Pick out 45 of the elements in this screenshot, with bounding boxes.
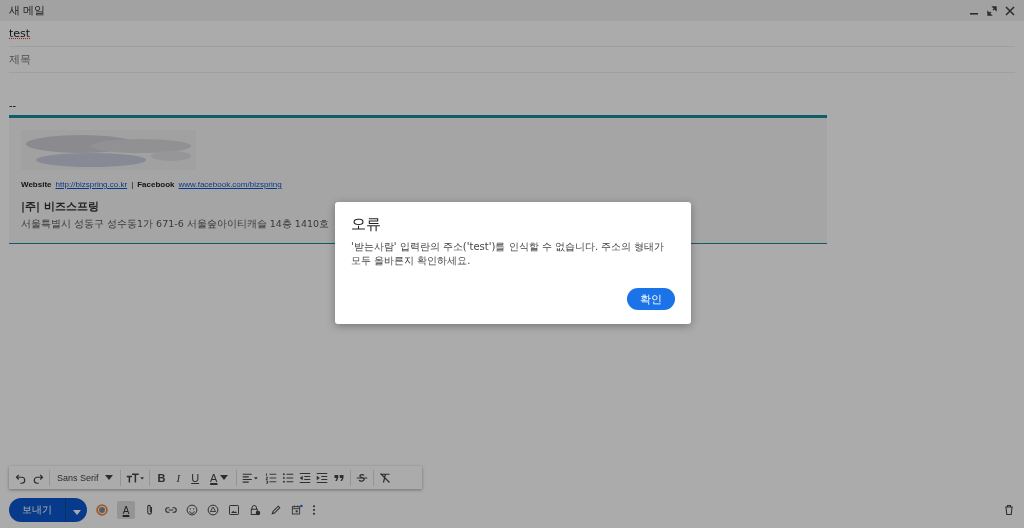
recipient-chip[interactable]: test [9,27,31,40]
separator-text: | [131,180,134,189]
formatting-toggle[interactable]: A [117,501,135,519]
dialog-message: '받는사람' 입력란의 주소('test')를 인식할 수 없습니다. 주소의 형태가 모두 올바른지 확인하세요. [351,240,666,268]
caret-icon [220,475,229,480]
bulleted-list-icon[interactable] [282,471,295,484]
more-options-icon[interactable] [312,504,316,516]
caret-icon [104,475,113,480]
font-dropdown[interactable]: Sans Serif [55,472,115,483]
underline-button[interactable]: U [188,471,203,484]
send-button[interactable]: 보내기 [9,498,65,522]
image-icon[interactable] [228,504,240,516]
pen-icon[interactable] [270,504,282,516]
company-name: |주| 비즈스프링 [21,199,99,214]
window-title: 새 메일 [9,3,47,18]
subject-field[interactable]: 제목 [9,53,1015,66]
emoji-icon[interactable] [186,504,198,516]
company-address: 서울특별시 성동구 성수동1가 671-6 서울숲아이티캐슬 14층 1410호 [21,218,330,231]
link-icon[interactable] [165,504,177,516]
drive-icon[interactable] [207,504,219,516]
clear-formatting-icon[interactable] [379,471,392,484]
indent-more-icon[interactable] [316,471,329,484]
text-color-button[interactable]: A [207,471,232,484]
website-label: Website [21,180,52,189]
italic-button[interactable]: I [173,471,184,484]
bold-button[interactable]: B [154,471,169,484]
facebook-link[interactable]: www.facebook.com/bizspring [178,180,282,189]
fullscreen-icon[interactable] [987,5,997,16]
dialog-title: 오류 [351,215,382,234]
close-icon[interactable] [1005,5,1015,16]
caret-icon [72,509,81,515]
trash-icon[interactable] [1003,504,1015,516]
numbered-list-icon[interactable] [265,471,278,484]
color-palette-icon[interactable] [96,504,108,516]
align-icon[interactable] [242,471,261,484]
website-link[interactable]: http://bizspring.co.kr [55,180,128,189]
strikethrough-icon[interactable] [356,471,369,484]
text-size-icon[interactable] [125,471,144,484]
calendar-icon[interactable] [291,504,303,516]
lock-clock-icon[interactable] [249,504,261,516]
send-options-button[interactable] [65,498,87,522]
indent-less-icon[interactable] [299,471,312,484]
facebook-label: Facebook [137,180,175,189]
signature-separator: -- [9,101,18,111]
ok-button[interactable]: 확인 [627,288,675,310]
